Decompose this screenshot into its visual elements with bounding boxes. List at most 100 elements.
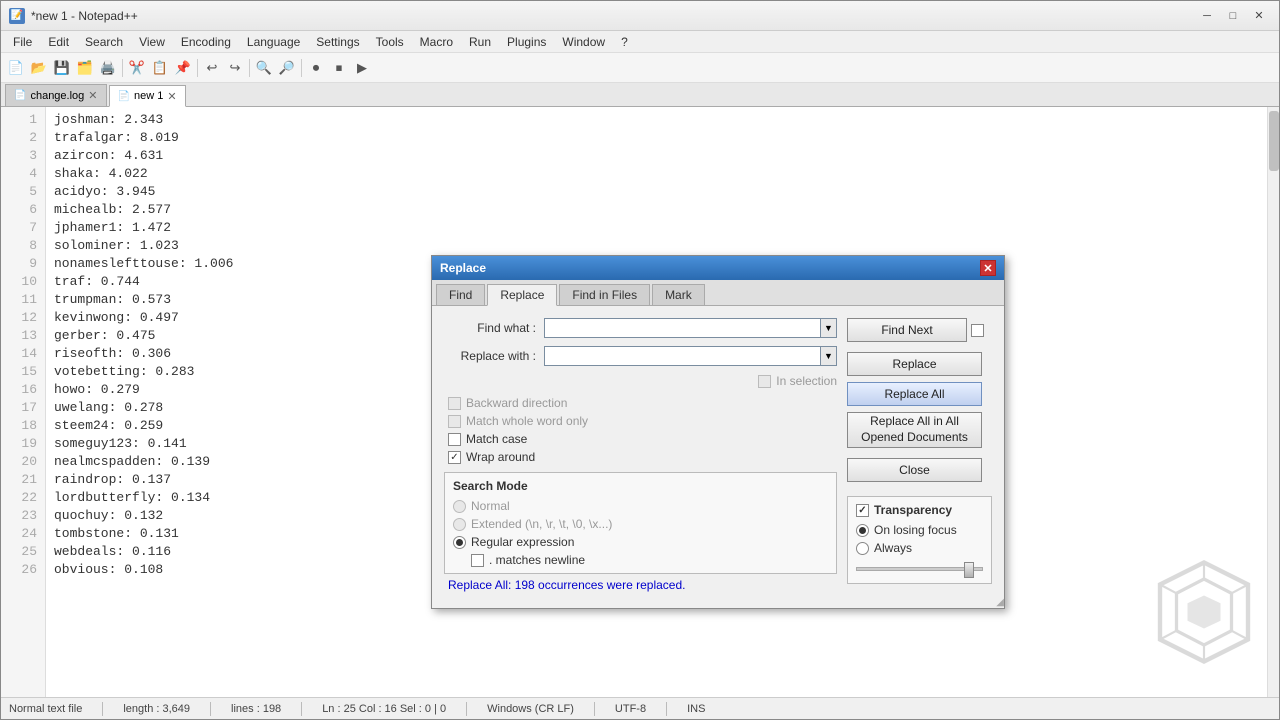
dialog-title: Replace [440, 261, 980, 275]
find-what-input[interactable] [544, 318, 821, 338]
in-selection-checkbox[interactable] [758, 375, 771, 388]
status-sep-3 [301, 702, 302, 716]
find-icon[interactable]: 🔍 [253, 57, 275, 79]
macro-rec-icon[interactable]: ⏺ [305, 57, 327, 79]
menu-help[interactable]: ? [613, 33, 636, 51]
radio-normal-row: Normal [453, 499, 828, 513]
menu-encoding[interactable]: Encoding [173, 33, 239, 51]
toolbar-sep-4 [301, 59, 302, 77]
dialog-title-bar: Replace ✕ [432, 256, 1004, 280]
dialog-tab-find-in-files[interactable]: Find in Files [559, 284, 650, 305]
replace-with-input[interactable] [544, 346, 821, 366]
dialog-left-panel: Find what : ▼ Replace with : ▼ [444, 318, 837, 596]
match-case-checkbox[interactable] [448, 433, 461, 446]
undo-icon[interactable]: ↩ [201, 57, 223, 79]
dialog-close-button[interactable]: ✕ [980, 260, 996, 276]
tab-new1-close[interactable]: ✕ [167, 90, 176, 103]
maximize-button[interactable]: □ [1221, 6, 1245, 26]
content-area: 1234567891011121314151617181920212223242… [1, 107, 1279, 697]
transparency-box: ✓ Transparency On losing focus Always [847, 496, 992, 584]
status-file-type: Normal text file [9, 703, 82, 715]
transparency-checkbox[interactable]: ✓ [856, 504, 869, 517]
find-next-checkbox[interactable] [971, 324, 984, 337]
tab-changelog[interactable]: 📄 change.log ✕ [5, 84, 107, 106]
dialog-tab-find[interactable]: Find [436, 284, 485, 305]
toolbar-sep-2 [197, 59, 198, 77]
dialog-tab-mark[interactable]: Mark [652, 284, 705, 305]
menu-search[interactable]: Search [77, 33, 131, 51]
tab-new1[interactable]: 📄 new 1 ✕ [109, 85, 186, 107]
radio-extended[interactable] [453, 518, 466, 531]
backward-direction-checkbox[interactable] [448, 397, 461, 410]
find-next-button[interactable]: Find Next [847, 318, 967, 342]
always-label: Always [874, 541, 912, 555]
status-length: length : 3,649 [123, 703, 190, 715]
radio-always[interactable] [856, 542, 869, 555]
replace-all-button[interactable]: Replace All [847, 382, 982, 406]
new-file-icon[interactable]: 📄 [5, 57, 27, 79]
transparency-slider[interactable] [856, 561, 983, 577]
status-line-endings: Windows (CR LF) [487, 703, 574, 715]
save-file-icon[interactable]: 💾 [51, 57, 73, 79]
print-icon[interactable]: 🖨️ [97, 57, 119, 79]
match-case-row: Match case [444, 432, 837, 446]
tab-changelog-icon: 📄 [14, 90, 26, 101]
redo-icon[interactable]: ↪ [224, 57, 246, 79]
tab-bar: 📄 change.log ✕ 📄 new 1 ✕ [1, 83, 1279, 107]
menu-settings[interactable]: Settings [308, 33, 367, 51]
copy-icon[interactable]: 📋 [149, 57, 171, 79]
dialog-tab-replace[interactable]: Replace [487, 284, 557, 306]
dialog-body: Find what : ▼ Replace with : ▼ [432, 306, 1004, 608]
toolbar-sep-1 [122, 59, 123, 77]
search-mode-box: Search Mode Normal Extended (\n, \r, \t,… [444, 472, 837, 574]
replace-button[interactable]: Replace [847, 352, 982, 376]
minimize-button[interactable]: ─ [1195, 6, 1219, 26]
status-lines: lines : 198 [231, 703, 281, 715]
wrap-around-checkbox[interactable]: ✓ [448, 451, 461, 464]
match-case-label: Match case [466, 432, 527, 446]
match-whole-word-checkbox[interactable] [448, 415, 461, 428]
toolbar: 📄 📂 💾 🗂️ 🖨️ ✂️ 📋 📌 ↩ ↪ 🔍 🔎 ⏺ ⏹ ▶ [1, 53, 1279, 83]
radio-regex-label: Regular expression [471, 535, 574, 549]
status-sep-2 [210, 702, 211, 716]
close-button[interactable]: ✕ [1247, 6, 1271, 26]
wrap-around-label: Wrap around [466, 450, 535, 464]
find-what-row: Find what : ▼ [444, 318, 837, 338]
radio-normal[interactable] [453, 500, 466, 513]
tab-changelog-close[interactable]: ✕ [88, 89, 97, 102]
slider-track [856, 567, 983, 571]
status-bar: Normal text file length : 3,649 lines : … [1, 697, 1279, 719]
match-whole-word-label: Match whole word only [466, 414, 588, 428]
menu-window[interactable]: Window [554, 33, 613, 51]
menu-view[interactable]: View [131, 33, 173, 51]
close-button[interactable]: Close [847, 458, 982, 482]
menu-plugins[interactable]: Plugins [499, 33, 554, 51]
menu-edit[interactable]: Edit [40, 33, 77, 51]
save-all-icon[interactable]: 🗂️ [74, 57, 96, 79]
always-row: Always [856, 541, 983, 555]
replace-with-dropdown[interactable]: ▼ [821, 346, 837, 366]
replace-dialog: Replace ✕ Find Replace Find in Files Mar… [431, 255, 1005, 609]
menu-language[interactable]: Language [239, 33, 308, 51]
backward-direction-label: Backward direction [466, 396, 567, 410]
zoom-in-icon[interactable]: 🔎 [276, 57, 298, 79]
menu-macro[interactable]: Macro [412, 33, 461, 51]
menu-run[interactable]: Run [461, 33, 499, 51]
open-file-icon[interactable]: 📂 [28, 57, 50, 79]
paste-icon[interactable]: 📌 [172, 57, 194, 79]
matches-newline-checkbox[interactable] [471, 554, 484, 567]
menu-file[interactable]: File [5, 33, 40, 51]
replace-all-in-all-button[interactable]: Replace All in All Opened Documents [847, 412, 982, 448]
macro-play-icon[interactable]: ▶ [351, 57, 373, 79]
slider-thumb[interactable] [964, 562, 974, 578]
in-selection-row: In selection [444, 374, 837, 388]
find-what-dropdown[interactable]: ▼ [821, 318, 837, 338]
cut-icon[interactable]: ✂️ [126, 57, 148, 79]
radio-regex[interactable] [453, 536, 466, 549]
resize-grip[interactable]: ◢ [992, 596, 1004, 608]
macro-stop-icon[interactable]: ⏹ [328, 57, 350, 79]
menu-bar: File Edit Search View Encoding Language … [1, 31, 1279, 53]
radio-on-losing-focus[interactable] [856, 524, 869, 537]
on-losing-focus-row: On losing focus [856, 523, 983, 537]
menu-tools[interactable]: Tools [368, 33, 412, 51]
